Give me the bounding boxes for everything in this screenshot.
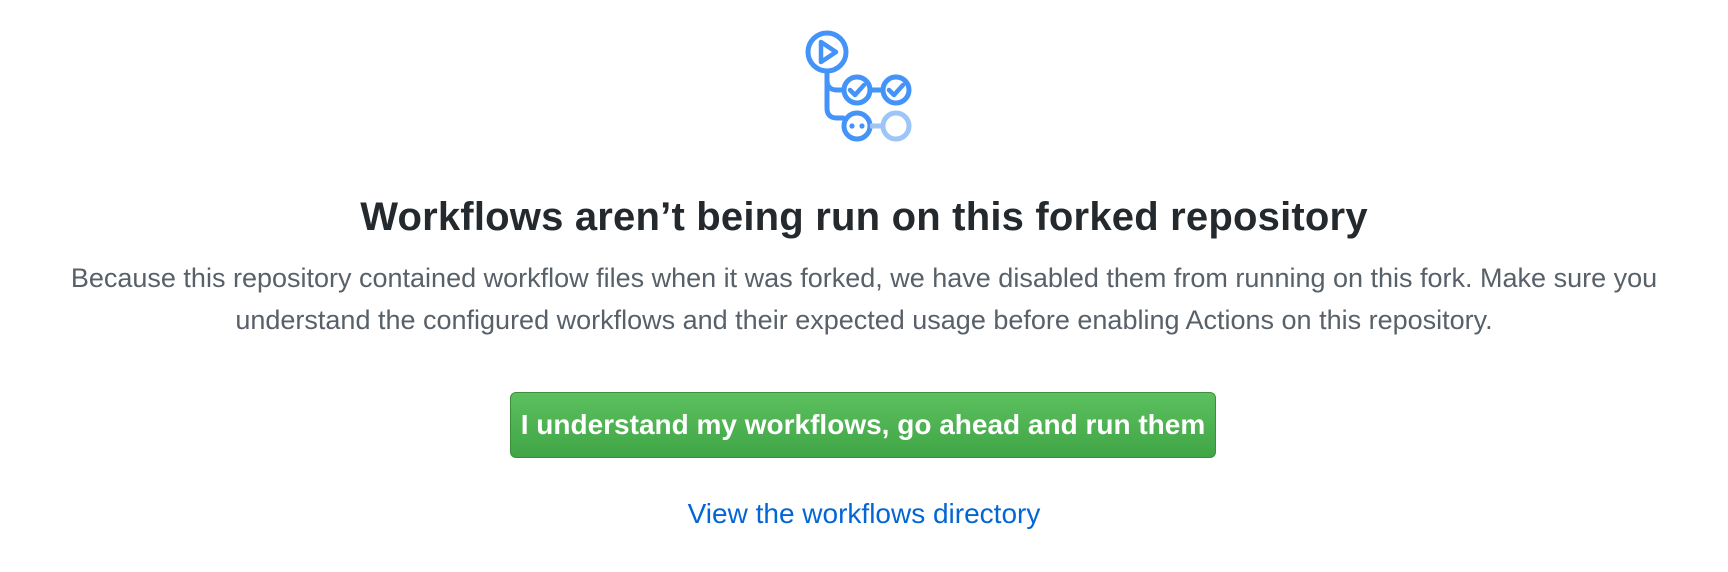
enable-workflows-button[interactable]: I understand my workflows, go ahead and … bbox=[510, 392, 1216, 458]
page-title: Workflows aren’t being run on this forke… bbox=[360, 195, 1368, 239]
description-text: Because this repository contained workfl… bbox=[70, 263, 1658, 335]
actions-workflow-icon bbox=[805, 30, 912, 142]
actions-disabled-empty-state: Workflows aren’t being run on this forke… bbox=[0, 0, 1728, 572]
workflows-directory-link[interactable]: View the workflows directory bbox=[0, 494, 1728, 534]
